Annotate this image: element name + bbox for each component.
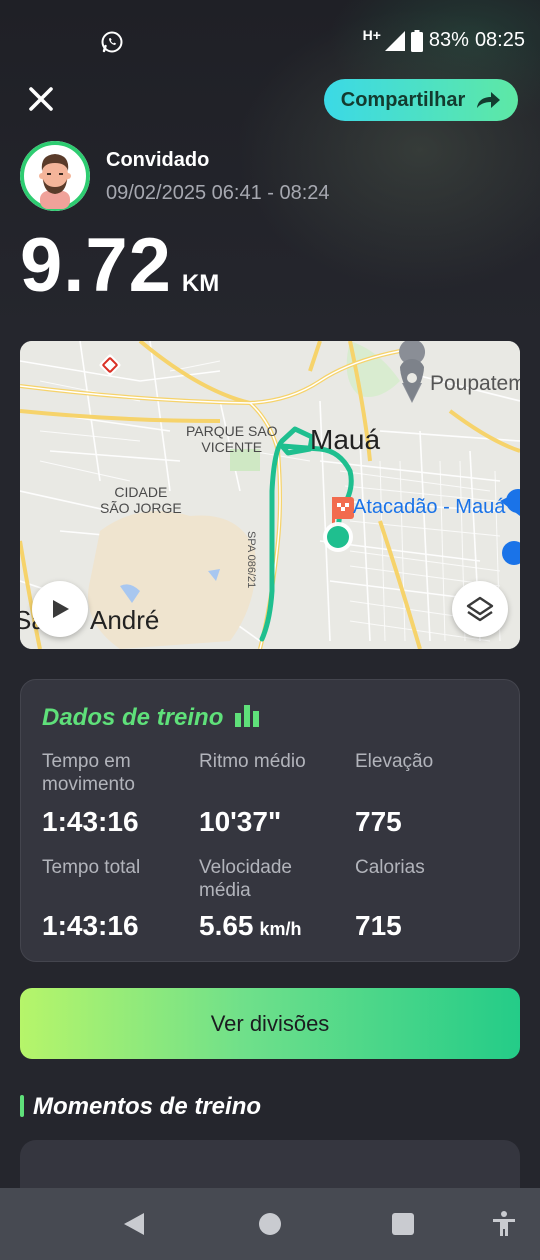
map-label-maua: Mauá — [310, 424, 381, 455]
layers-icon — [466, 596, 494, 622]
metric-moving-time: Tempo em movimento 1:43:16 — [42, 750, 192, 837]
clock: 08:25 — [474, 29, 525, 51]
metric-label: Tempo em movimento — [42, 751, 135, 795]
moments-title: Momentos de treino — [33, 1093, 262, 1120]
map-label-andre: André — [90, 605, 160, 635]
whatsapp-icon — [101, 31, 123, 53]
status-bar: H+ 83% 08:25 — [0, 0, 540, 82]
metric-avg-speed: Velocidade média 5.65 km/h — [199, 856, 349, 941]
metric-label: Elevação — [355, 751, 434, 772]
metric-label: Calorias — [355, 857, 425, 878]
metric-label: Tempo total — [42, 857, 141, 878]
route-map[interactable]: Mauá PARQUE SAO VICENTE CIDADE SÃO JORGE… — [20, 341, 520, 649]
metric-avg-pace: Ritmo médio 10'37" — [199, 750, 349, 837]
view-splits-button[interactable]: Ver divisões — [20, 988, 520, 1059]
distance-value: 9.72 — [20, 223, 172, 308]
distance: 9.72 KM — [20, 222, 219, 309]
metric-total-time: Tempo total 1:43:16 — [42, 856, 192, 941]
metric-elevation: Elevação 775 — [355, 750, 505, 837]
metric-value: 1:43:16 — [42, 806, 139, 837]
signal-icon — [384, 30, 405, 51]
system-nav-bar — [0, 1188, 540, 1260]
back-icon[interactable] — [120, 1210, 148, 1238]
recents-icon[interactable] — [389, 1210, 417, 1238]
play-icon — [53, 600, 69, 618]
metric-value: 1:43:16 — [42, 910, 139, 941]
metric-value: 5.65 km/h — [199, 910, 302, 941]
user-name: Convidado — [106, 149, 210, 171]
metric-calories: Calorias 715 — [355, 856, 505, 941]
close-icon[interactable] — [26, 84, 56, 114]
metric-value: 775 — [355, 806, 402, 837]
map-label-parque: PARQUE SAO VICENTE — [186, 423, 278, 455]
battery-icon — [410, 29, 423, 52]
training-data-title: Dados de treino — [42, 704, 224, 731]
share-label: Compartilhar — [340, 88, 466, 111]
play-route-button[interactable] — [32, 581, 88, 637]
section-accent-bar — [20, 1095, 24, 1117]
map-label-atacadao: Atacadão - Mauá — [353, 496, 506, 518]
date-range: 09/02/2025 06:41 - 08:24 — [106, 182, 330, 204]
home-icon[interactable] — [256, 1210, 284, 1238]
battery-percent: 83% — [428, 29, 469, 51]
training-data-card: Dados de treino Tempo em movimento 1:43:… — [20, 679, 520, 962]
accessibility-icon[interactable] — [490, 1210, 518, 1238]
map-label-cidade: CIDADE SÃO JORGE — [100, 484, 182, 516]
map-label-road: SPA 086/21 — [245, 531, 257, 589]
bar-chart-icon — [235, 705, 259, 727]
share-arrow-icon — [477, 92, 501, 108]
network-type: H+ — [362, 26, 381, 43]
map-layers-button[interactable] — [452, 581, 508, 637]
metric-unit: km/h — [259, 919, 302, 939]
metric-label: Ritmo médio — [199, 751, 306, 772]
share-button[interactable]: Compartilhar — [324, 79, 518, 121]
metric-value: 10'37" — [199, 806, 282, 837]
metric-value: 715 — [355, 910, 402, 941]
avatar — [20, 141, 90, 211]
distance-unit: KM — [181, 270, 220, 297]
metric-label: Velocidade média — [199, 857, 292, 901]
map-label-poupatempo: Poupatem — [430, 372, 520, 395]
